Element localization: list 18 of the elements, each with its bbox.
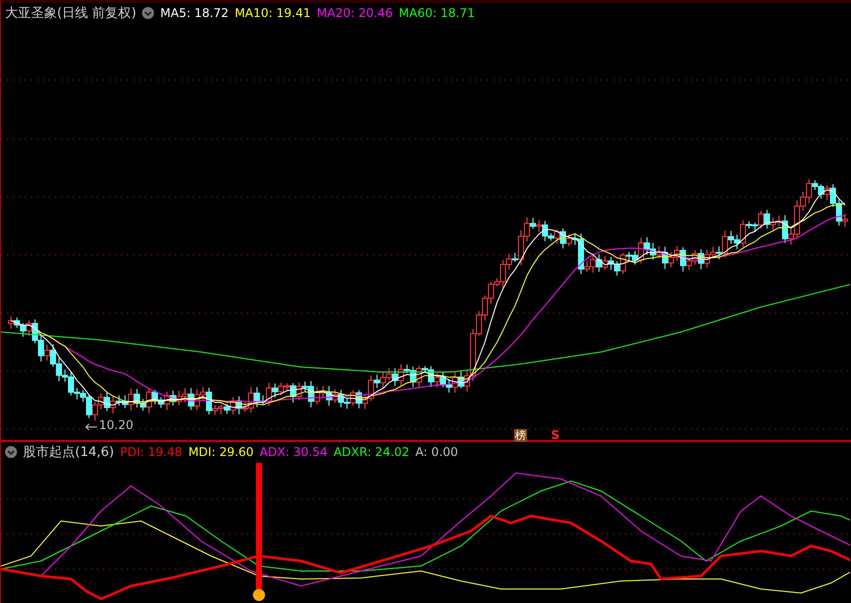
arrow-icon: [85, 423, 97, 431]
sell-signal[interactable]: S: [551, 429, 560, 442]
dropdown-icon[interactable]: [5, 446, 17, 458]
dropdown-icon[interactable]: [142, 6, 154, 18]
ma-value: MA10: 19.41: [234, 6, 311, 20]
indicator-value: PDI: 19.48: [120, 444, 182, 458]
indicator-title: 股市起点(14,6): [23, 444, 114, 460]
indicator-value: ADX: 30.54: [260, 444, 328, 458]
indicator-value: ADXR: 24.02: [334, 444, 410, 458]
indicator-value: A: 0.00: [415, 444, 458, 458]
price-label: 10.20: [99, 418, 134, 432]
signal-dot: [253, 589, 265, 601]
ma-value: MA5: 18.72: [160, 6, 229, 20]
indicator-value: MDI: 29.60: [188, 444, 254, 458]
chart-title: 大亚圣象(日线 前复权): [5, 4, 136, 22]
ma-value: MA20: 20.46: [316, 6, 393, 20]
rank-badge[interactable]: 榜: [514, 429, 527, 442]
ma-value: MA60: 18.71: [398, 6, 475, 20]
